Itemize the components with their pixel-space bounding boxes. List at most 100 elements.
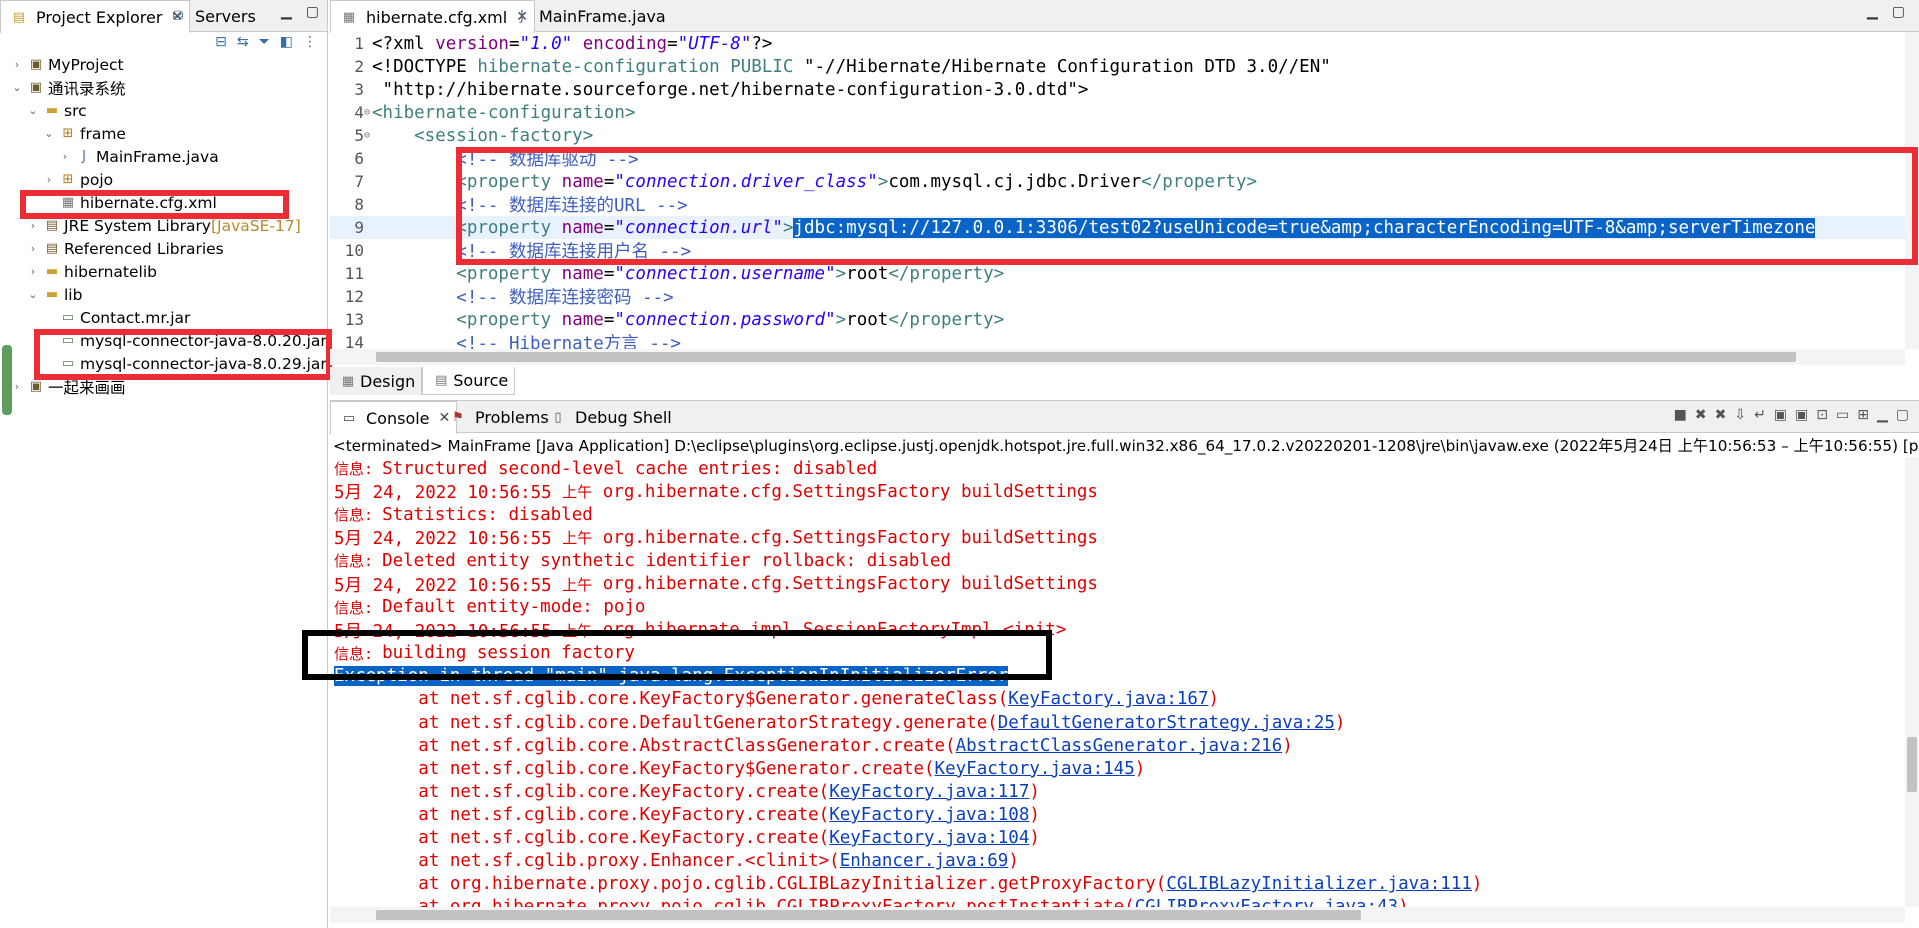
console-line: at net.sf.cglib.core.KeyFactory$Generato… <box>334 689 1220 710</box>
focus-icon[interactable]: ◧ <box>280 34 293 50</box>
tab-hibernate-cfg-label: hibernate.cfg.xml <box>366 7 508 27</box>
tree-item-decoration: [JavaSE-17] <box>211 216 301 235</box>
terminate-icon[interactable]: ■ <box>1674 407 1687 423</box>
tab-mainframe[interactable]: J MainFrame.java <box>504 0 672 32</box>
filter-icon[interactable]: ⏷ <box>259 34 270 50</box>
code-text: <session-factory> <box>372 125 594 146</box>
maximize-icon[interactable]: ▢ <box>1896 407 1909 423</box>
stacktrace-link[interactable]: CGLIBLazyInitializer.java:111 <box>1166 874 1472 894</box>
stacktrace-link[interactable]: KeyFactory.java:104 <box>829 828 1029 848</box>
code-line[interactable]: 1 <?xml version="1.0" encoding="UTF-8"?> <box>330 32 1905 55</box>
console-vertical-scrollbar[interactable] <box>1905 457 1919 907</box>
console-line: at net.sf.cglib.core.KeyFactory$Generato… <box>334 758 1146 779</box>
tree-item-label: MyProject <box>48 55 124 74</box>
display-console-icon[interactable]: ▭ <box>1836 407 1849 423</box>
console-line: 信息: Statistics: disabled <box>334 504 593 525</box>
tree-item[interactable]: ⌄ ▬ lib <box>0 283 327 306</box>
library-icon: ▤ <box>45 218 59 233</box>
expand-toggle-icon[interactable]: ⌄ <box>26 288 40 301</box>
stacktrace-link[interactable]: KeyFactory.java:145 <box>935 759 1135 779</box>
minimize-icon[interactable]: ▁ <box>1877 407 1888 423</box>
expand-toggle-icon[interactable]: › <box>26 242 40 255</box>
tab-servers[interactable]: ⛁ Servers <box>160 0 262 32</box>
tree-item-label: Referenced Libraries <box>64 239 224 258</box>
view-menu-icon[interactable]: ⋮ <box>303 34 317 50</box>
tree-item[interactable]: › ▤ Referenced Libraries <box>0 237 327 260</box>
code-line[interactable]: 11 <property name="connection.username">… <box>330 262 1905 285</box>
project-icon: ▣ <box>29 379 43 394</box>
tree-item[interactable]: › ▬ hibernatelib <box>0 260 327 283</box>
code-line[interactable]: 14 <!-- Hibernate方言 --> <box>330 331 1905 349</box>
tab-console[interactable]: ▭ Console ✕ <box>330 401 458 434</box>
library-icon: ▤ <box>45 241 59 256</box>
expand-toggle-icon[interactable]: › <box>26 219 40 232</box>
expand-toggle-icon[interactable]: ⌄ <box>42 127 56 140</box>
tab-design[interactable]: ▦ Design <box>330 367 423 395</box>
maximize-icon[interactable]: ▢ <box>306 4 319 20</box>
fold-icon[interactable]: ⊖ <box>364 130 372 141</box>
scroll-thumb[interactable] <box>376 352 1796 362</box>
console-output[interactable]: 信息: Structured second-level cache entrie… <box>330 457 1905 907</box>
line-number: 11 <box>344 264 364 283</box>
expand-toggle-icon[interactable]: › <box>58 150 72 163</box>
pin-icon[interactable]: ⊡ <box>1816 407 1828 423</box>
code-line[interactable]: 3 "http://hibernate.sourceforge.net/hibe… <box>330 78 1905 101</box>
remove-all-icon[interactable]: ✖ <box>1715 407 1727 423</box>
tree-item[interactable]: ⌄ ⊞ frame <box>0 122 327 145</box>
stacktrace-link[interactable]: KeyFactory.java:167 <box>1008 689 1208 709</box>
tree-item[interactable]: › ⊞ pojo <box>0 168 327 191</box>
scroll-thumb[interactable] <box>376 910 1361 920</box>
scroll-lock-icon[interactable]: ⇩ <box>1734 407 1746 423</box>
line-number: 3 <box>354 80 364 99</box>
minimize-icon[interactable]: ▁ <box>1867 4 1878 20</box>
collapse-all-icon[interactable]: ⊟ <box>215 34 227 50</box>
code-line[interactable]: 12 <!-- 数据库连接密码 --> <box>330 285 1905 308</box>
show-when-stdout-icon[interactable]: ▣ <box>1774 407 1787 423</box>
console-line: at net.sf.cglib.core.KeyFactory.create(K… <box>334 781 1040 802</box>
expand-toggle-icon[interactable]: › <box>10 380 24 393</box>
tab-debug-shell[interactable]: ▯ Debug Shell <box>540 401 678 433</box>
tree-item[interactable]: ▭ Contact.mr.jar <box>0 306 327 329</box>
tab-problems[interactable]: ⚑ Problems <box>440 401 555 433</box>
maximize-icon[interactable]: ▢ <box>1892 4 1905 20</box>
tree-item[interactable]: › ▣ MyProject <box>0 53 327 76</box>
word-wrap-icon[interactable]: ↵ <box>1754 407 1766 423</box>
tab-source[interactable]: ▤ Source <box>422 367 516 395</box>
tree-item[interactable]: › J MainFrame.java <box>0 145 327 168</box>
stacktrace-link[interactable]: Enhancer.java:69 <box>840 851 1009 871</box>
minimize-icon[interactable]: ▁ <box>281 4 292 20</box>
scroll-thumb[interactable] <box>1907 737 1917 792</box>
tree-item-label: src <box>64 101 87 120</box>
expand-toggle-icon[interactable]: ⌄ <box>26 104 40 117</box>
expand-toggle-icon[interactable]: › <box>10 58 24 71</box>
tab-mainframe-label: MainFrame.java <box>539 6 666 26</box>
line-number: 6 <box>354 149 364 168</box>
design-icon: ▦ <box>341 373 355 389</box>
expand-toggle-icon[interactable]: › <box>26 265 40 278</box>
stacktrace-link[interactable]: KeyFactory.java:108 <box>829 805 1029 825</box>
stacktrace-link[interactable]: KeyFactory.java:117 <box>829 782 1029 802</box>
remove-launch-icon[interactable]: ✖ <box>1695 407 1707 423</box>
stacktrace-link[interactable]: AbstractClassGenerator.java:216 <box>956 736 1283 756</box>
stacktrace-link[interactable]: CGLIBProxyFactory.java:43 <box>1135 897 1398 907</box>
code-line[interactable]: 2 <!DOCTYPE hibernate-configuration PUBLI… <box>330 55 1905 78</box>
expand-toggle-icon[interactable]: ⌄ <box>10 81 24 94</box>
tree-item-label: JRE System Library <box>64 216 211 235</box>
editor-horizontal-scrollbar[interactable] <box>330 349 1905 365</box>
code-line[interactable]: 13 <property name="connection.password">… <box>330 308 1905 331</box>
tree-item[interactable]: ⌄ ▣ 通讯录系统 <box>0 76 327 99</box>
console-line: at net.sf.cglib.core.AbstractClassGenera… <box>334 735 1293 756</box>
tree-item[interactable]: ⌄ ▬ src <box>0 99 327 122</box>
code-line[interactable]: 4 ⊖ <hibernate-configuration> <box>330 101 1905 124</box>
stacktrace-link[interactable]: DefaultGeneratorStrategy.java:25 <box>998 713 1335 733</box>
console-panel: ▭ Console ✕ ⚑ Problems ▯ Debug Shell ■ ✖… <box>302 400 1919 928</box>
console-line: 信息: Default entity-mode: pojo <box>334 597 646 618</box>
line-number: 14 <box>344 333 364 349</box>
open-console-icon[interactable]: ⊞ <box>1857 407 1869 423</box>
code-line[interactable]: 5 ⊖ <session-factory> <box>330 124 1905 147</box>
link-editor-icon[interactable]: ⇆ <box>237 34 249 50</box>
console-horizontal-scrollbar[interactable] <box>330 907 1905 923</box>
fold-icon[interactable]: ⊖ <box>364 107 372 118</box>
show-when-stderr-icon[interactable]: ▣ <box>1795 407 1808 423</box>
expand-toggle-icon[interactable]: › <box>42 173 56 186</box>
